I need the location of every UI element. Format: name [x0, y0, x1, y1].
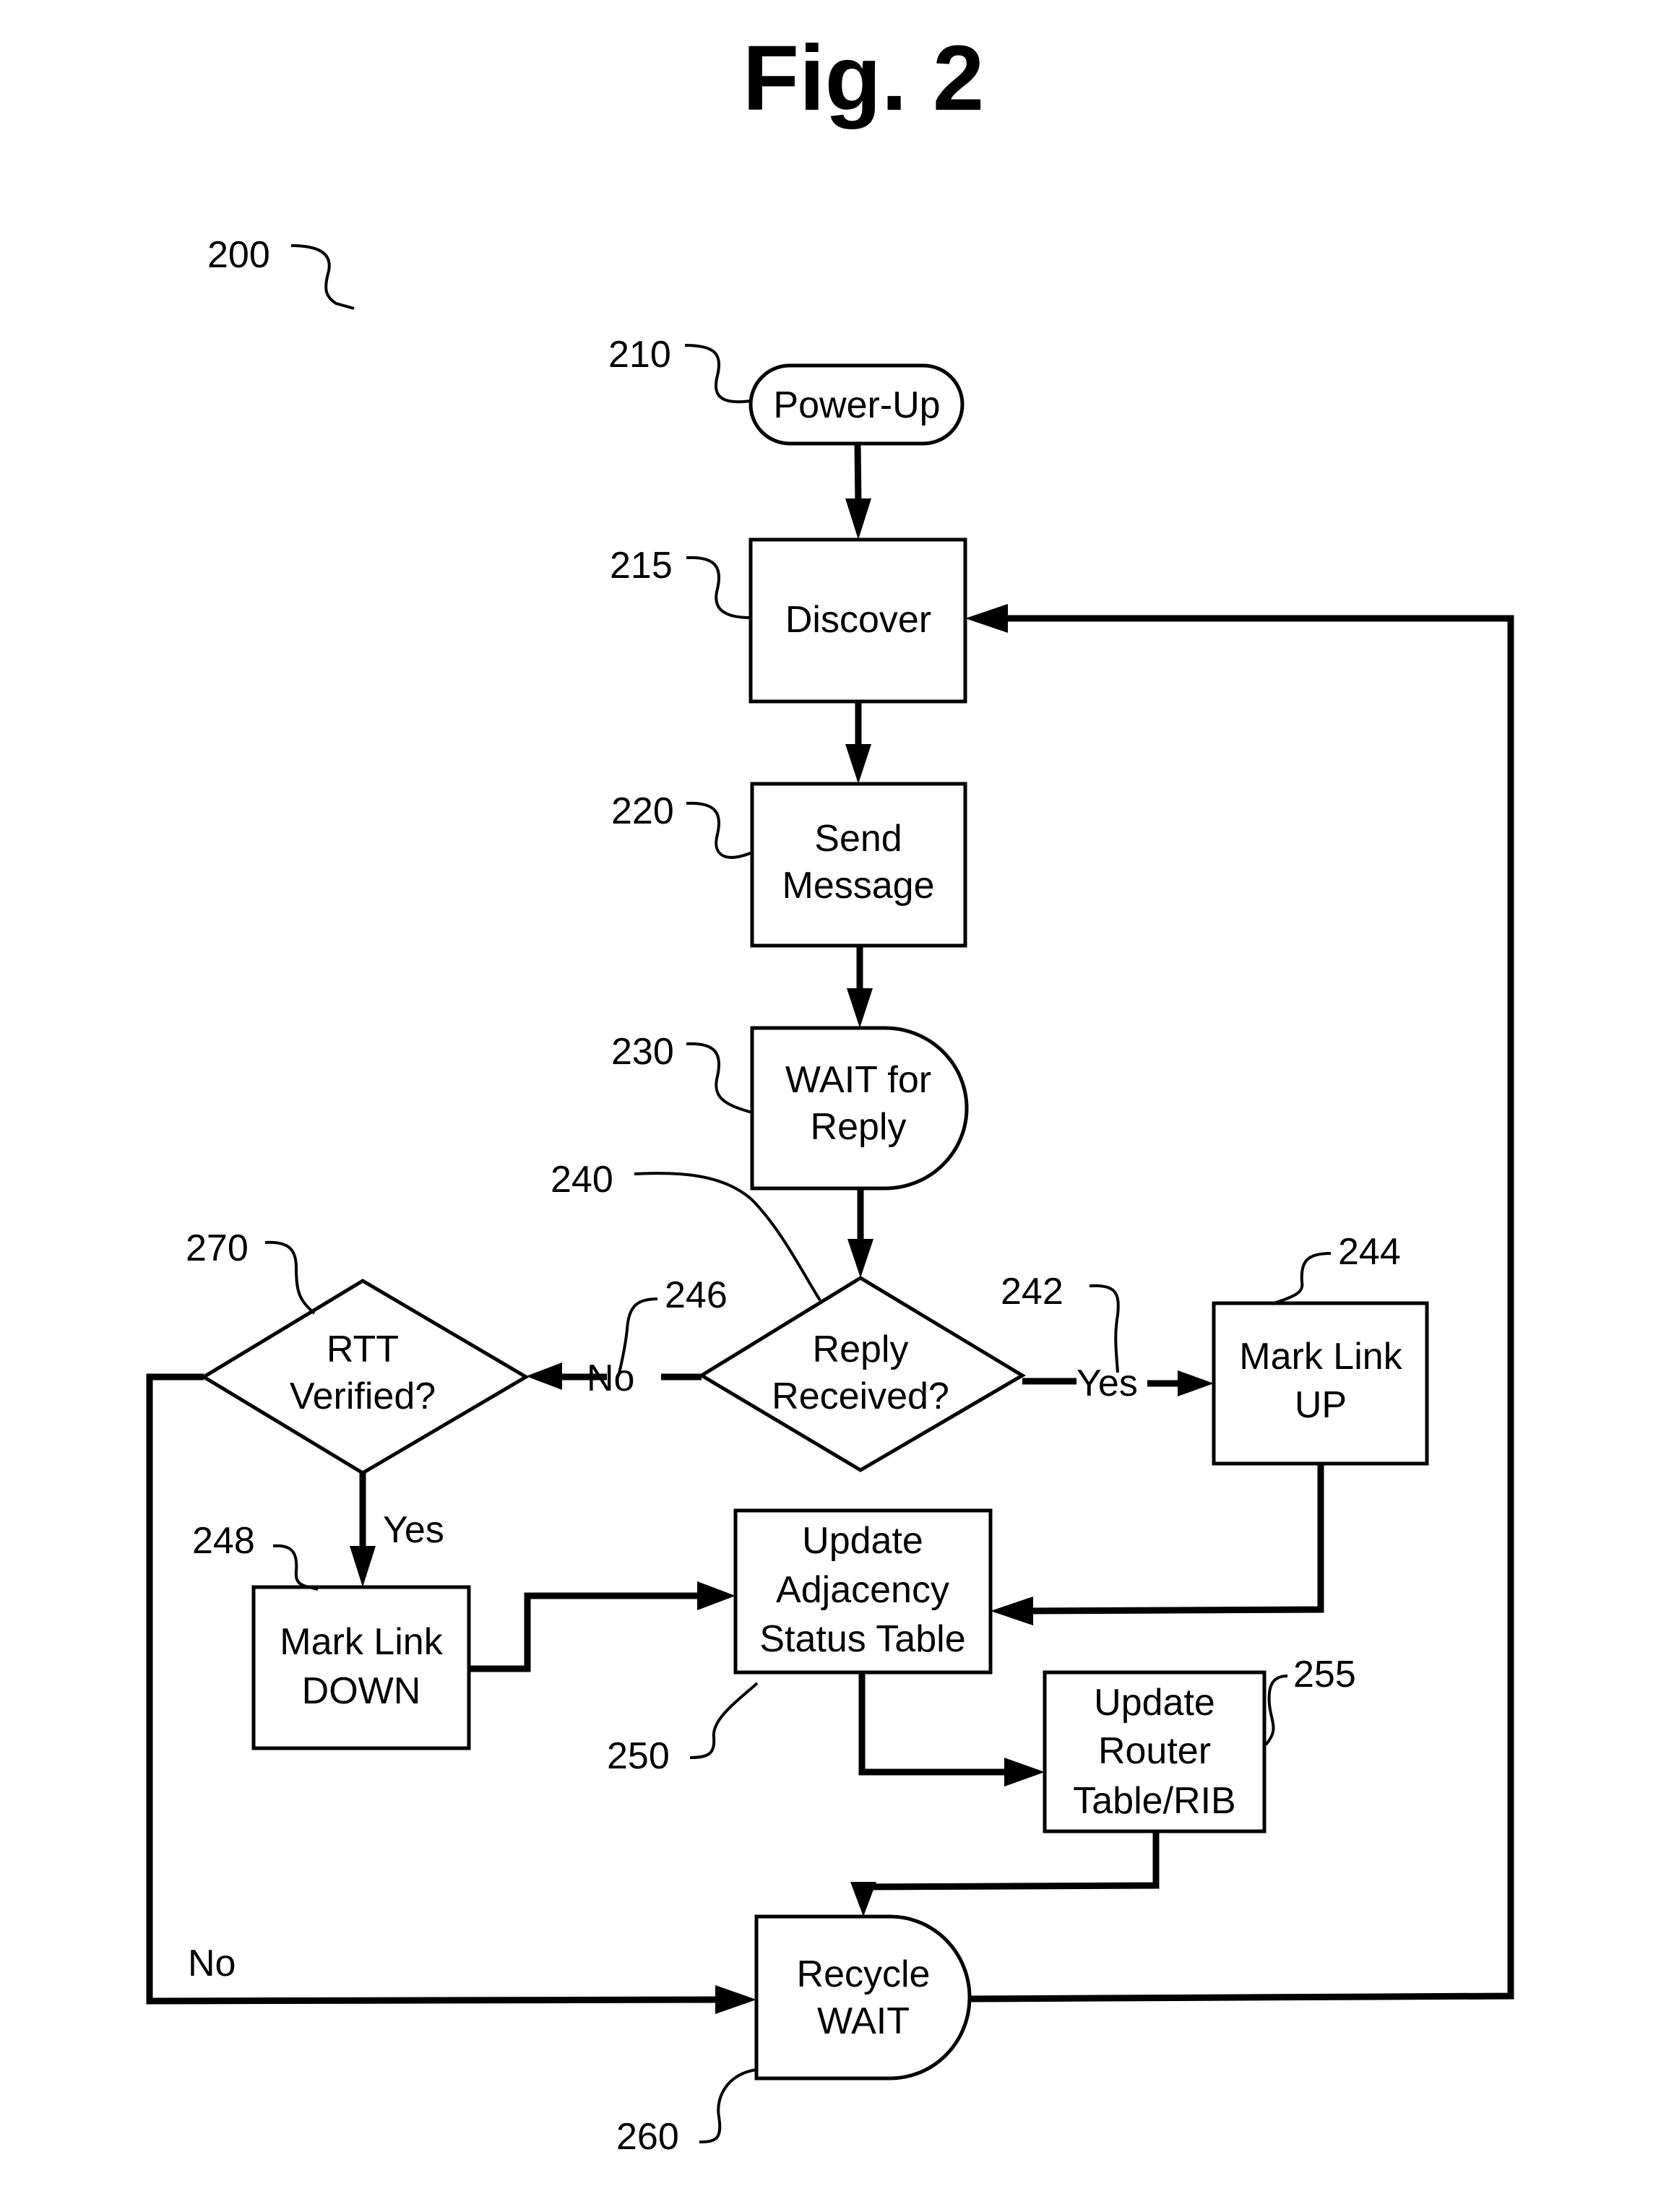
- arrowhead-icon: [850, 1882, 876, 1917]
- figure-title: Fig. 2: [743, 27, 984, 130]
- leader-255: [1264, 1675, 1288, 1746]
- node-label: Router: [1098, 1730, 1211, 1772]
- node-wait-for-reply: WAIT for Reply: [750, 1026, 969, 1191]
- ref-label-260: 260: [616, 2116, 679, 2158]
- leader-230: [686, 1042, 753, 1114]
- arrowhead-icon: [845, 744, 871, 784]
- ref-label-246: 246: [665, 1274, 728, 1316]
- edge-label-rtt-yes: Yes: [383, 1509, 444, 1551]
- ref-label-255: 255: [1293, 1654, 1356, 1695]
- ref-label-230: 230: [611, 1031, 674, 1073]
- node-label: RTT: [327, 1329, 399, 1370]
- node-label: Discover: [785, 599, 931, 641]
- flowchart: Fig. 2 200 Power-Up 210 Discover 215 Sen…: [146, 27, 1514, 2158]
- node-rtt-verified: RTT Verified?: [200, 1279, 530, 1475]
- node-label: Adjacency: [776, 1569, 949, 1611]
- ref-label-210: 210: [608, 334, 671, 376]
- arrowhead-icon: [847, 988, 873, 1028]
- node-label: Recycle: [797, 1953, 931, 1995]
- node-label: Mark Link: [280, 1621, 443, 1663]
- edge-up-adjacency: [1025, 1464, 1324, 1615]
- ref-label-270: 270: [186, 1227, 249, 1269]
- edge-adjacency-router: [858, 1672, 1011, 1776]
- arrowhead-icon: [847, 1239, 873, 1278]
- ref-label-248: 248: [192, 1520, 255, 1562]
- leader-220: [686, 801, 753, 859]
- node-update-router: Update Router Table/RIB: [1043, 1670, 1267, 1833]
- leader-250: [689, 1682, 759, 1759]
- node-label: Verified?: [290, 1375, 436, 1417]
- process-shape: [1212, 1301, 1429, 1466]
- node-label: WAIT: [817, 2000, 910, 2042]
- node-label: Mark Link: [1239, 1336, 1402, 1378]
- leader-270: [264, 1240, 316, 1315]
- ref-label-242: 242: [1001, 1271, 1063, 1313]
- node-label: WAIT for: [785, 1059, 931, 1101]
- node-label: Message: [782, 865, 935, 907]
- ref-label-220: 220: [611, 790, 674, 832]
- node-send-message: Send Message: [750, 782, 967, 948]
- arrowhead-icon: [350, 1546, 376, 1587]
- arrowhead-icon: [1178, 1370, 1214, 1396]
- leader-242: [1089, 1284, 1120, 1373]
- ref-label-240: 240: [551, 1159, 613, 1201]
- arrowhead-icon: [697, 1581, 735, 1610]
- node-label: Reply: [811, 1106, 907, 1148]
- leader-210: [684, 344, 751, 404]
- node-label: UP: [1295, 1384, 1347, 1426]
- node-mark-link-up: Mark Link UP: [1212, 1301, 1429, 1466]
- edge-down-adjacency: [469, 1592, 704, 1672]
- arrowhead-icon: [526, 1362, 562, 1390]
- arrowhead-icon: [845, 498, 871, 540]
- node-label: Table/RIB: [1073, 1780, 1235, 1822]
- node-label: Received?: [772, 1375, 949, 1417]
- node-discover: Discover: [748, 537, 967, 704]
- node-label: Send: [814, 818, 902, 860]
- ref-label-200: 200: [207, 234, 270, 276]
- node-label: Update: [802, 1520, 923, 1562]
- node-label: Status Table: [759, 1618, 965, 1660]
- edge-label-rtt-no: No: [188, 1943, 236, 1984]
- node-reply-received: Reply Received?: [698, 1276, 1026, 1472]
- leader-215: [686, 556, 751, 619]
- leader-248-curve: [272, 1544, 319, 1591]
- arrowhead-icon: [715, 1985, 756, 2014]
- leader-244: [1271, 1252, 1332, 1305]
- decision-shape: [698, 1276, 1026, 1472]
- delay-shape: [754, 1914, 972, 2081]
- node-update-adjacency: Update Adjacency Status Table: [733, 1508, 993, 1675]
- edge-label-reply-no: No: [587, 1357, 634, 1399]
- node-power-up: Power-Up: [748, 363, 965, 446]
- node-label: Update: [1094, 1682, 1215, 1724]
- process-shape: [251, 1585, 471, 1750]
- edge-router-recycle: [860, 1831, 1160, 1891]
- arrowhead-icon: [1004, 1758, 1045, 1787]
- arrowhead-icon: [991, 1597, 1033, 1625]
- edge-label-reply-yes: Yes: [1077, 1362, 1138, 1404]
- leader-260: [699, 2068, 757, 2143]
- ref-label-244: 244: [1338, 1231, 1401, 1273]
- arrowhead-icon: [965, 604, 1008, 633]
- node-mark-link-down: Mark Link DOWN: [251, 1585, 471, 1750]
- leader-200: [290, 244, 355, 310]
- node-label: Power-Up: [773, 384, 940, 426]
- node-label: DOWN: [302, 1670, 421, 1712]
- node-recycle-wait: Recycle WAIT: [754, 1914, 972, 2081]
- ref-label-250: 250: [607, 1735, 670, 1777]
- ref-label-215: 215: [610, 545, 673, 587]
- node-label: Reply: [813, 1329, 909, 1370]
